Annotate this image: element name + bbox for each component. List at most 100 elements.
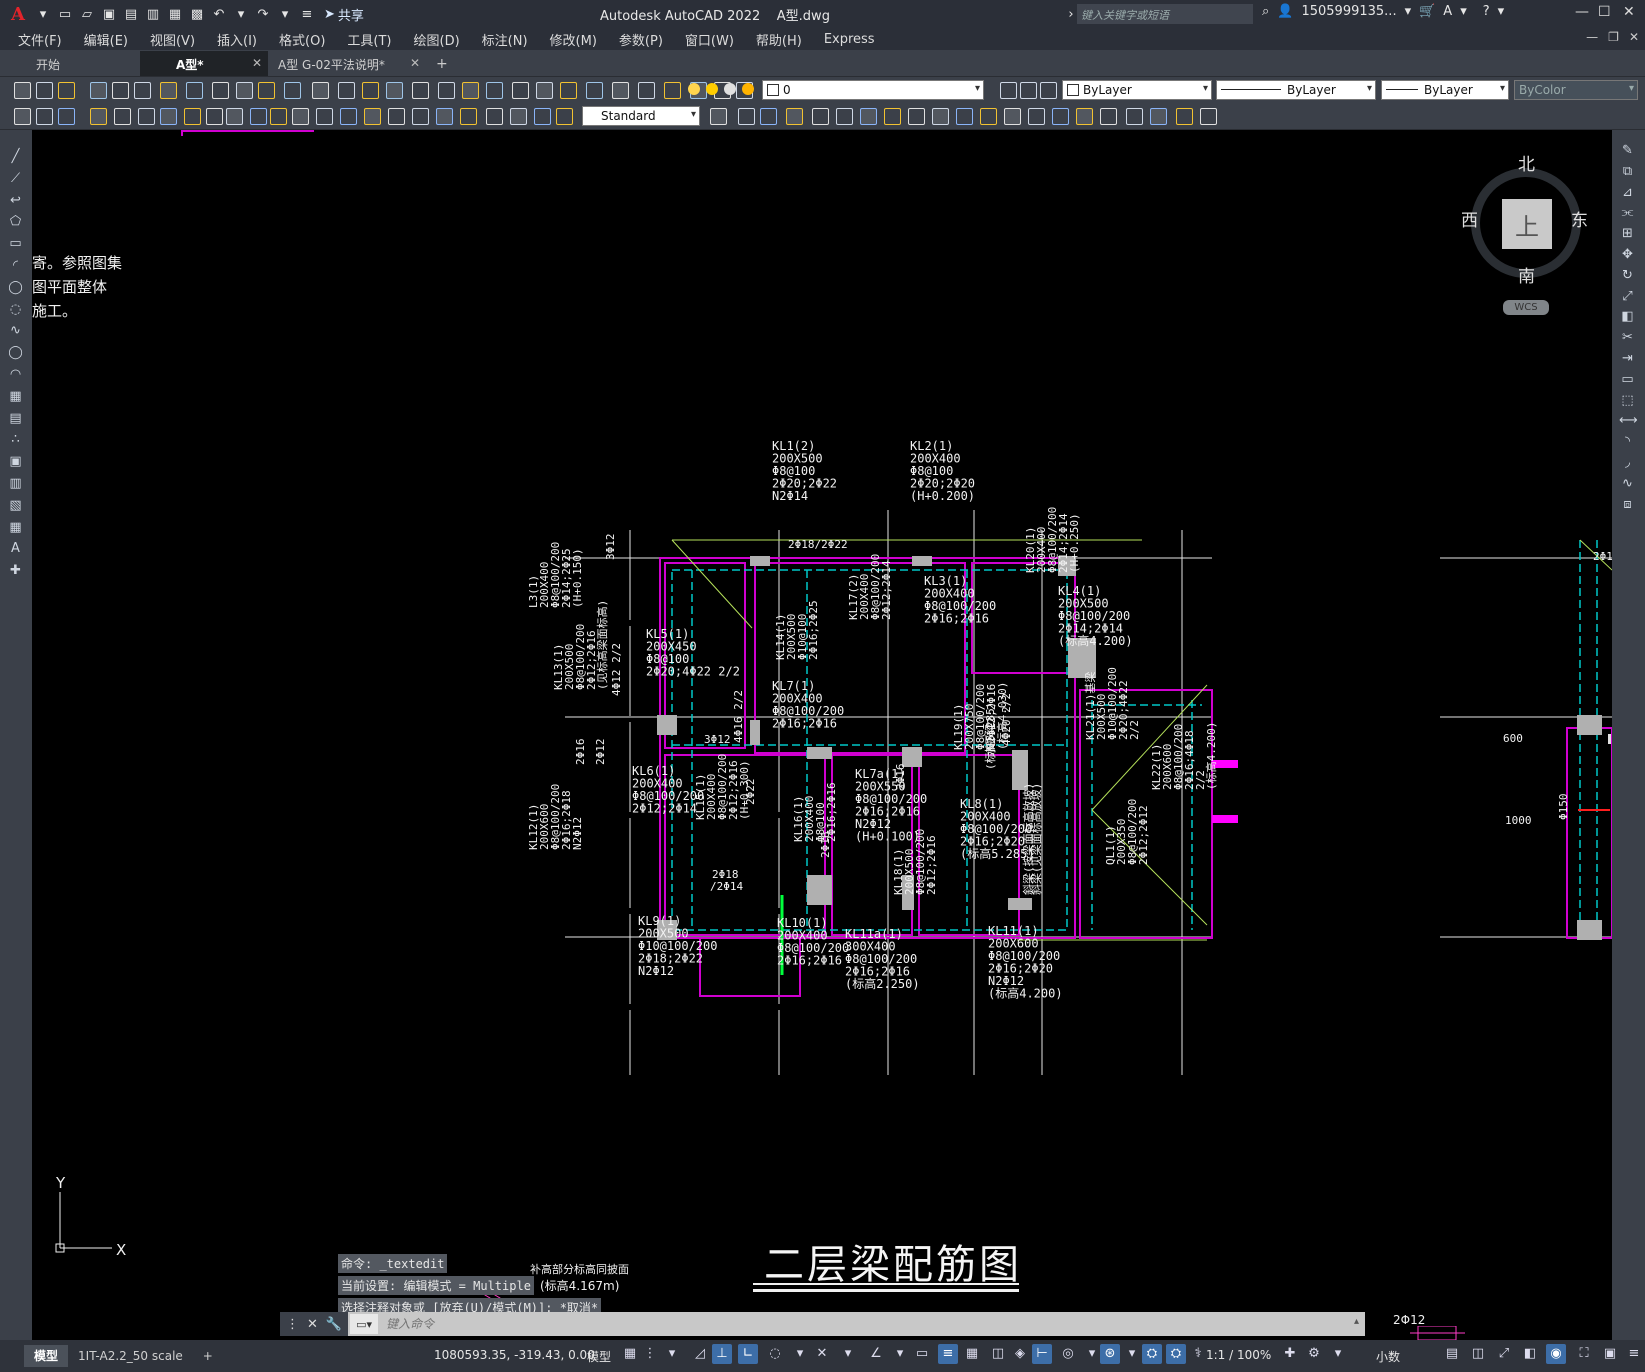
menu-insert[interactable]: 插入(I) bbox=[217, 30, 257, 49]
compass-west[interactable]: 西 bbox=[1461, 206, 1478, 231]
draw-tool-icon[interactable]: ⬠ bbox=[7, 213, 24, 230]
standard-tool-icon[interactable] bbox=[160, 82, 177, 99]
dimension-tool-icon[interactable] bbox=[812, 108, 829, 125]
status-toggle-icon[interactable]: ◈ bbox=[1010, 1344, 1030, 1364]
draw-tool-icon[interactable]: ∿ bbox=[7, 322, 24, 339]
modify-tool-icon[interactable]: ∿ bbox=[1619, 475, 1636, 492]
status-toggle-icon[interactable]: ∠ bbox=[866, 1344, 886, 1364]
dimension-tool-icon[interactable] bbox=[534, 108, 551, 125]
status-toggle-icon[interactable]: ▾ bbox=[662, 1344, 682, 1364]
status-toggle-icon[interactable]: ⛭ bbox=[1166, 1344, 1186, 1364]
standard-tool-icon[interactable] bbox=[312, 82, 329, 99]
autodesk-a360-icon[interactable]: A bbox=[1443, 4, 1452, 19]
modify-tool-icon[interactable]: ▭ bbox=[1619, 371, 1636, 388]
dimension-tool-icon[interactable] bbox=[58, 108, 75, 125]
user-icon[interactable]: 👤 bbox=[1277, 4, 1293, 19]
dimension-tool-icon[interactable] bbox=[1004, 108, 1021, 125]
units-readout[interactable]: 小数 bbox=[1376, 1348, 1400, 1365]
status-toggle-icon[interactable]: ▾ bbox=[1328, 1344, 1348, 1364]
status-toggle-icon[interactable]: ✕ bbox=[812, 1344, 832, 1364]
dimension-tool-icon[interactable] bbox=[710, 108, 727, 125]
draw-tool-icon[interactable]: ∴ bbox=[7, 431, 24, 448]
standard-tool-icon[interactable] bbox=[134, 82, 151, 99]
plot-icon[interactable]: ▩ bbox=[188, 5, 206, 23]
modify-tool-icon[interactable]: ⊞ bbox=[1619, 225, 1636, 242]
status-toggle-icon[interactable]: ⤢ bbox=[1494, 1344, 1514, 1364]
standard-tool-icon[interactable] bbox=[258, 82, 275, 99]
dimension-tool-icon[interactable] bbox=[556, 108, 573, 125]
lineweight-combo[interactable]: ByLayer ▾ bbox=[1381, 80, 1509, 100]
customize-qat-icon[interactable]: ≡ bbox=[298, 5, 316, 23]
draw-tool-icon[interactable]: ✚ bbox=[7, 562, 24, 579]
layer-bulb-icon[interactable] bbox=[688, 83, 700, 95]
dimension-tool-icon[interactable] bbox=[388, 108, 405, 125]
dimension-tool-icon[interactable] bbox=[292, 108, 309, 125]
dimension-tool-icon[interactable] bbox=[510, 108, 527, 125]
menu-dimension[interactable]: 标注(N) bbox=[482, 30, 528, 49]
status-toggle-icon[interactable]: ⚙ bbox=[1304, 1344, 1324, 1364]
status-toggle-icon[interactable]: ◫ bbox=[1468, 1344, 1488, 1364]
draw-tool-icon[interactable]: ⟋ bbox=[7, 170, 24, 187]
dimension-tool-icon[interactable] bbox=[980, 108, 997, 125]
layer-combo[interactable]: 0 ▾ bbox=[762, 80, 984, 100]
modify-tool-icon[interactable]: ◞ bbox=[1619, 454, 1636, 471]
status-toggle-icon[interactable]: ∟ bbox=[738, 1344, 758, 1364]
standard-tool-icon[interactable] bbox=[236, 82, 253, 99]
layout-tab-model[interactable]: 模型 bbox=[24, 1345, 69, 1367]
tab-g02[interactable]: A型 G-02平法说明* ✕ bbox=[268, 51, 426, 76]
compass-north[interactable]: 北 bbox=[1518, 150, 1535, 175]
dimension-tool-icon[interactable] bbox=[836, 108, 853, 125]
dimension-tool-icon[interactable] bbox=[738, 108, 755, 125]
dimension-tool-icon[interactable] bbox=[114, 108, 131, 125]
save-as-icon[interactable]: ▤ bbox=[122, 5, 140, 23]
undo-dropdown-icon[interactable]: ▾ bbox=[232, 5, 250, 23]
dimension-tool-icon[interactable] bbox=[486, 108, 503, 125]
dimension-tool-icon[interactable] bbox=[1052, 108, 1069, 125]
user-name[interactable]: 1505999135... bbox=[1301, 4, 1396, 19]
standard-tool-icon[interactable] bbox=[338, 82, 355, 99]
modify-tool-icon[interactable]: ⧉ bbox=[1619, 163, 1636, 180]
status-toggle-icon[interactable]: ⛭ bbox=[1142, 1344, 1162, 1364]
status-toggle-icon[interactable]: ▾ bbox=[1082, 1344, 1102, 1364]
dimension-tool-icon[interactable] bbox=[1028, 108, 1045, 125]
dimension-tool-icon[interactable] bbox=[1100, 108, 1117, 125]
dimension-tool-icon[interactable] bbox=[908, 108, 925, 125]
command-input[interactable] bbox=[386, 1317, 1187, 1331]
new-file-icon[interactable]: ▭ bbox=[56, 5, 74, 23]
standard-tool-icon[interactable] bbox=[362, 82, 379, 99]
viewcube[interactable]: 上 北 南 东 西 WCS bbox=[1461, 150, 1590, 320]
status-toggle-icon[interactable]: ◫ bbox=[988, 1344, 1008, 1364]
layout-tab-scale[interactable]: 1IT-A2.2_50 scale bbox=[68, 1345, 193, 1367]
standard-tool-icon[interactable] bbox=[14, 82, 31, 99]
new-tab-button[interactable]: + bbox=[426, 51, 458, 76]
add-layout-button[interactable]: + bbox=[193, 1345, 223, 1367]
dimension-tool-icon[interactable] bbox=[90, 108, 107, 125]
draw-tool-icon[interactable]: ▦ bbox=[7, 388, 24, 405]
draw-tool-icon[interactable]: ↩ bbox=[7, 192, 24, 209]
layer-sun-icon[interactable] bbox=[706, 83, 718, 95]
draw-tool-icon[interactable]: ▧ bbox=[7, 497, 24, 514]
dimension-tool-icon[interactable] bbox=[1150, 108, 1167, 125]
status-toggle-icon[interactable]: ▦ bbox=[962, 1344, 982, 1364]
dimension-tool-icon[interactable] bbox=[860, 108, 877, 125]
status-toggle-icon[interactable]: ▾ bbox=[1122, 1344, 1142, 1364]
status-toggle-icon[interactable]: ◧ bbox=[1520, 1344, 1540, 1364]
standard-tool-icon[interactable] bbox=[486, 82, 503, 99]
modify-tool-icon[interactable]: ◝ bbox=[1619, 433, 1636, 450]
draw-tool-icon[interactable]: ▣ bbox=[7, 453, 24, 470]
standard-tool-icon[interactable] bbox=[586, 82, 603, 99]
autocad-logo-icon[interactable]: A bbox=[6, 3, 30, 25]
layer-tool-icon[interactable] bbox=[1020, 82, 1037, 99]
modify-tool-icon[interactable]: ⧈ bbox=[1619, 496, 1636, 513]
standard-tool-icon[interactable] bbox=[412, 82, 429, 99]
dimension-tool-icon[interactable] bbox=[786, 108, 803, 125]
maximize-icon[interactable]: ☐ bbox=[1598, 4, 1611, 20]
help-dropdown-icon[interactable]: ▾ bbox=[1498, 4, 1505, 19]
modify-tool-icon[interactable]: ⬚ bbox=[1619, 392, 1636, 409]
wcs-menu-button[interactable]: WCS bbox=[1503, 300, 1549, 315]
layer-lock-icon[interactable] bbox=[742, 83, 754, 95]
draw-tool-icon[interactable]: ◌ bbox=[7, 301, 24, 318]
undo-icon[interactable]: ↶ bbox=[210, 5, 228, 23]
menu-tools[interactable]: 工具(T) bbox=[347, 30, 391, 49]
modify-tool-icon[interactable]: ⫘ bbox=[1619, 204, 1636, 221]
